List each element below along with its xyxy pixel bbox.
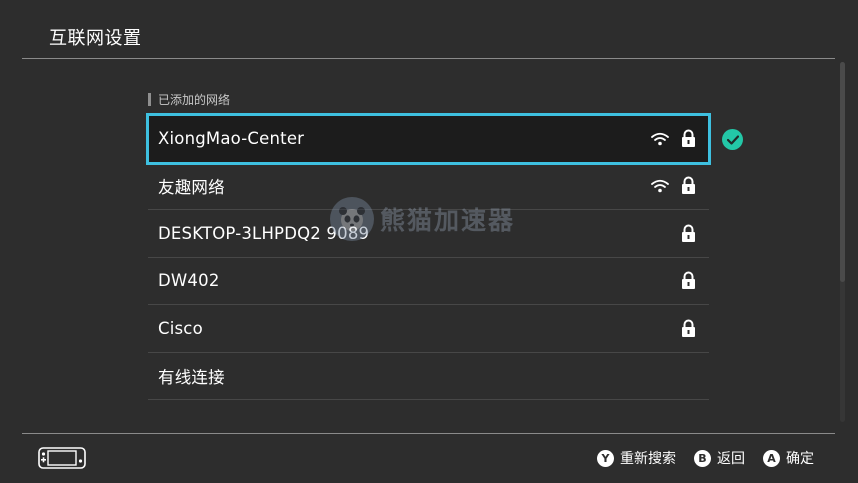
- a-button-icon: A: [763, 449, 780, 467]
- network-list: XiongMao-Center 友趣网络 DESKTOP-3LHPDQ2 908…: [146, 113, 711, 400]
- lock-icon: [679, 318, 697, 338]
- footer-divider: [22, 433, 835, 434]
- network-status-icons: [679, 210, 697, 257]
- page-title: 互联网设置: [49, 28, 142, 49]
- check-circle-icon: [722, 129, 743, 150]
- header-divider: [22, 58, 835, 59]
- network-name: DW402: [158, 271, 220, 291]
- network-row-cisco[interactable]: Cisco: [148, 305, 709, 353]
- footer-actions: Y 重新搜索 B 返回 A 确定: [597, 447, 814, 469]
- network-status-icons: [679, 305, 697, 352]
- back-button[interactable]: B 返回: [694, 448, 745, 468]
- network-row-wired[interactable]: 有线连接: [148, 353, 709, 400]
- section-marker: [148, 92, 151, 106]
- network-status-icons: [679, 258, 697, 305]
- network-name: Cisco: [158, 318, 203, 338]
- y-button-icon: Y: [597, 449, 614, 467]
- network-status-icons: [651, 163, 697, 210]
- lock-icon: [679, 176, 697, 196]
- watermark-text: 熊猫加速器: [380, 206, 516, 235]
- rescan-label: 重新搜索: [620, 451, 676, 467]
- network-name: XiongMao-Center: [158, 129, 305, 149]
- panda-logo-icon: [330, 197, 374, 241]
- confirm-button[interactable]: A 确定: [763, 448, 814, 468]
- back-label: 返回: [717, 451, 745, 467]
- network-row-dw402[interactable]: DW402: [148, 258, 709, 305]
- section-label: 已添加的网络: [158, 92, 231, 107]
- section-header: 已添加的网络: [148, 92, 231, 107]
- lock-icon: [679, 271, 697, 291]
- scrollbar-thumb[interactable]: [840, 62, 845, 282]
- wifi-icon: [651, 129, 669, 149]
- confirm-label: 确定: [786, 451, 814, 467]
- wifi-icon: [651, 176, 669, 196]
- lock-icon: [679, 129, 697, 149]
- rescan-button[interactable]: Y 重新搜索: [597, 448, 676, 468]
- watermark: 熊猫加速器: [330, 196, 515, 242]
- handheld-console-icon: [38, 447, 86, 473]
- lock-icon: [679, 223, 697, 243]
- network-status-icons: [651, 116, 697, 162]
- network-name: 友趣网络: [158, 177, 225, 197]
- b-button-icon: B: [694, 449, 711, 467]
- network-name: 有线连接: [158, 367, 225, 387]
- internet-settings-screen: 互联网设置 已添加的网络 XiongMao-Center 友趣网络 DESKTO…: [0, 0, 858, 483]
- network-row-xiongmao-center[interactable]: XiongMao-Center: [146, 113, 711, 165]
